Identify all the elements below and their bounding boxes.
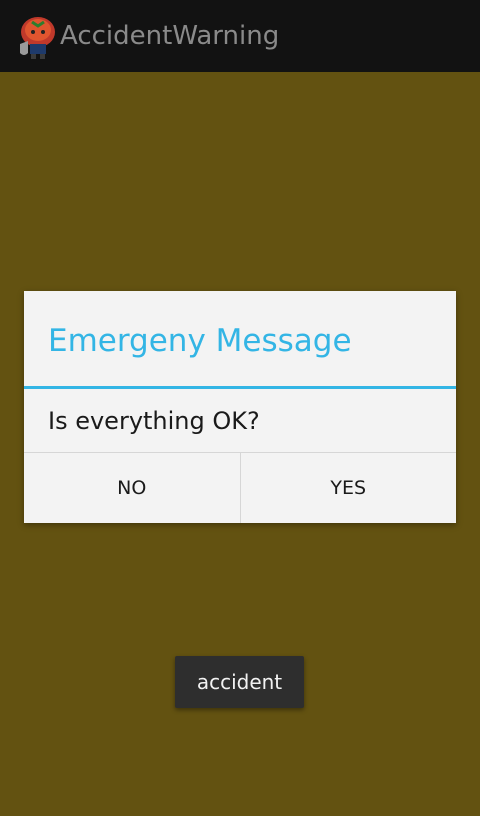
- action-bar: AccidentWarning: [0, 0, 480, 72]
- alert-dialog: Emergeny Message Is everything OK? NO YE…: [24, 291, 456, 523]
- app-title: AccidentWarning: [60, 21, 280, 51]
- no-button[interactable]: NO: [24, 453, 240, 523]
- dialog-button-bar: NO YES: [24, 452, 456, 523]
- dialog-title: Emergeny Message: [48, 323, 352, 359]
- dialog-message: Is everything OK?: [48, 407, 260, 435]
- tomato-mascot-icon[interactable]: [16, 10, 56, 60]
- toast-message: accident: [175, 656, 304, 708]
- dialog-title-divider: [24, 386, 456, 389]
- yes-button[interactable]: YES: [241, 453, 457, 523]
